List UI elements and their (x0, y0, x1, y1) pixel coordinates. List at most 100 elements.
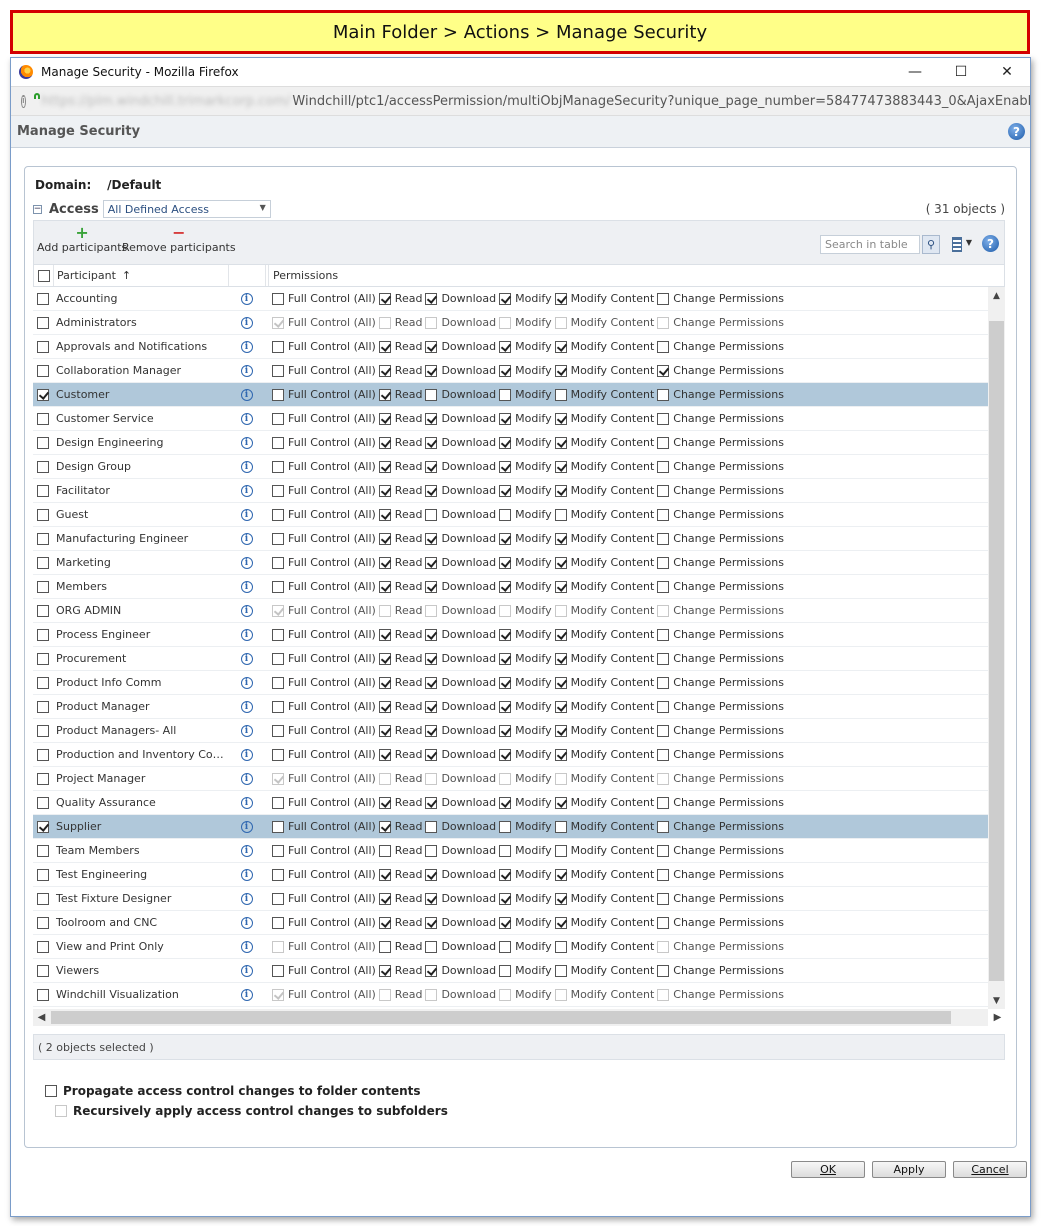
permission-checkbox[interactable] (272, 844, 284, 857)
permission-option[interactable]: Modify (499, 580, 552, 593)
permission-checkbox[interactable] (378, 892, 391, 905)
table-row[interactable]: Customer Service i Full Control (All) Read D… (33, 407, 988, 431)
permission-option[interactable]: Full Control (All) (272, 412, 376, 425)
permission-option[interactable]: Download (425, 844, 496, 857)
permission-option[interactable]: Modify Content (554, 700, 654, 713)
permission-option[interactable]: Download (425, 532, 496, 545)
permission-checkbox[interactable] (425, 292, 438, 305)
permission-option[interactable]: Modify Content (554, 388, 654, 401)
permission-option[interactable]: Read (378, 292, 422, 305)
propagate-option[interactable]: Propagate access control changes to fold… (45, 1084, 421, 1098)
permission-checkbox[interactable] (657, 676, 670, 689)
permission-checkbox[interactable] (272, 292, 284, 305)
permission-checkbox[interactable] (499, 844, 512, 857)
permission-checkbox[interactable] (499, 868, 512, 881)
permission-option[interactable]: Modify (499, 436, 552, 449)
permission-checkbox[interactable] (499, 796, 512, 809)
permission-option[interactable]: Read (378, 892, 422, 905)
permission-option[interactable]: Change Permissions (657, 628, 784, 641)
permission-checkbox[interactable] (499, 388, 512, 401)
maximize-icon[interactable]: ☐ (938, 58, 984, 86)
permission-checkbox[interactable] (425, 964, 438, 977)
permission-option[interactable]: Modify Content (554, 724, 654, 737)
row-select-checkbox[interactable] (37, 436, 49, 449)
permission-option[interactable]: Download (425, 628, 496, 641)
permission-option[interactable]: Change Permissions (657, 508, 784, 521)
permission-option[interactable]: Modify (499, 916, 552, 929)
permission-option[interactable]: Change Permissions (657, 556, 784, 569)
permission-checkbox[interactable] (554, 484, 567, 497)
permission-checkbox[interactable] (272, 412, 284, 425)
scroll-down-icon[interactable]: ▼ (988, 992, 1005, 1009)
row-select-checkbox[interactable] (37, 676, 49, 689)
permission-option[interactable]: Modify Content (554, 940, 654, 953)
info-icon[interactable]: i (240, 340, 253, 353)
permission-checkbox[interactable] (657, 892, 670, 905)
permission-checkbox[interactable] (499, 460, 512, 473)
permission-checkbox[interactable] (378, 724, 391, 737)
permission-option[interactable]: Read (378, 676, 422, 689)
permission-checkbox[interactable] (657, 652, 670, 665)
permission-checkbox[interactable] (499, 916, 512, 929)
info-icon[interactable]: i (240, 532, 253, 545)
permission-checkbox[interactable] (425, 820, 438, 833)
search-icon[interactable]: ⚲ (922, 235, 940, 254)
permission-checkbox[interactable] (272, 532, 284, 545)
permission-option[interactable]: Modify Content (554, 628, 654, 641)
info-icon[interactable]: i (240, 364, 253, 377)
permission-option[interactable]: Download (425, 724, 496, 737)
permission-option[interactable]: Modify (499, 676, 552, 689)
permission-checkbox[interactable] (425, 484, 438, 497)
table-row[interactable]: Project Manager i Full Control (All) Read Do… (33, 767, 988, 791)
permission-checkbox[interactable] (657, 532, 670, 545)
permission-option[interactable]: Full Control (All) (272, 916, 376, 929)
table-row[interactable]: Approvals and Notifications i Full Control… (33, 335, 988, 359)
permission-checkbox[interactable] (499, 652, 512, 665)
permission-option[interactable]: Modify (499, 412, 552, 425)
permission-option[interactable]: Download (425, 820, 496, 833)
help-icon[interactable]: ? (1008, 123, 1025, 140)
permission-option[interactable]: Full Control (All) (272, 820, 376, 833)
permission-option[interactable]: Read (378, 652, 422, 665)
permission-option[interactable]: Modify (499, 292, 552, 305)
permission-checkbox[interactable] (499, 700, 512, 713)
permission-option[interactable]: Modify (499, 652, 552, 665)
permission-checkbox[interactable] (272, 700, 284, 713)
permission-checkbox[interactable] (272, 580, 284, 593)
permission-checkbox[interactable] (378, 916, 391, 929)
row-select-checkbox[interactable] (37, 340, 49, 353)
permission-checkbox[interactable] (499, 964, 512, 977)
permission-option[interactable]: Download (425, 436, 496, 449)
permission-checkbox[interactable] (425, 940, 438, 953)
permission-option[interactable]: Modify (499, 844, 552, 857)
horizontal-scroll-thumb[interactable] (51, 1011, 951, 1024)
permission-checkbox[interactable] (554, 580, 567, 593)
permission-checkbox[interactable] (425, 580, 438, 593)
permission-option[interactable]: Download (425, 556, 496, 569)
permission-option[interactable]: Modify (499, 892, 552, 905)
permission-option[interactable]: Modify Content (554, 652, 654, 665)
permission-checkbox[interactable] (499, 412, 512, 425)
permission-checkbox[interactable] (499, 892, 512, 905)
table-row[interactable]: Customer i Full Control (All) Read Download M… (33, 383, 988, 407)
permission-option[interactable]: Modify (499, 868, 552, 881)
permission-option[interactable]: Full Control (All) (272, 484, 376, 497)
permission-option[interactable]: Modify (499, 796, 552, 809)
permission-checkbox[interactable] (378, 676, 391, 689)
permission-checkbox[interactable] (657, 340, 670, 353)
permission-checkbox[interactable] (657, 508, 670, 521)
permission-checkbox[interactable] (499, 940, 512, 953)
info-icon[interactable]: i (240, 292, 253, 305)
permission-checkbox[interactable] (378, 796, 391, 809)
permission-option[interactable]: Full Control (All) (272, 292, 376, 305)
permission-option[interactable]: Modify Content (554, 892, 654, 905)
permission-option[interactable]: Modify (499, 484, 552, 497)
row-select-checkbox[interactable] (37, 844, 49, 857)
permission-option[interactable]: Read (378, 916, 422, 929)
permission-checkbox[interactable] (657, 916, 670, 929)
permission-option[interactable]: Download (425, 508, 496, 521)
row-select-checkbox[interactable] (37, 628, 49, 641)
permission-option[interactable]: Change Permissions (657, 844, 784, 857)
permission-option[interactable]: Read (378, 796, 422, 809)
permission-checkbox[interactable] (657, 580, 670, 593)
